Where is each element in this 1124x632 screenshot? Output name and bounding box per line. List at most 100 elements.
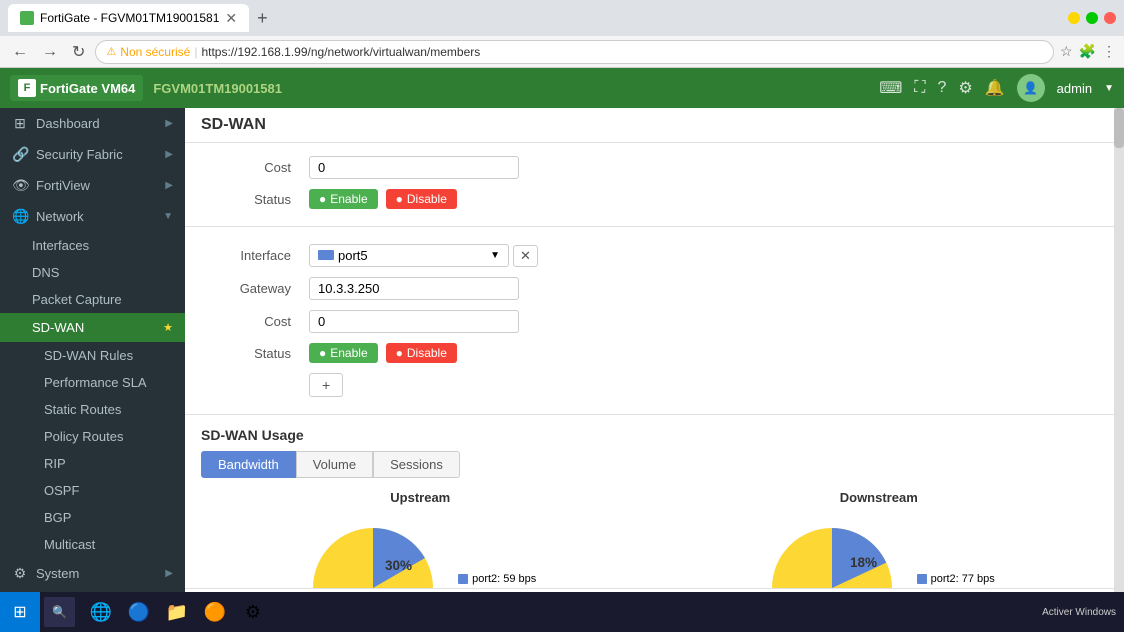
minimize-button[interactable] — [1068, 12, 1080, 24]
sidebar-item-static-routes[interactable]: Static Routes — [0, 396, 185, 423]
expand-icon[interactable]: ⛶ — [914, 79, 925, 97]
fortiview-icon: 👁 — [12, 177, 28, 194]
add-row: + — [201, 368, 1098, 402]
sidebar-item-fortiview[interactable]: 👁 FortiView ▶ — [0, 170, 185, 201]
sidebar-item-multicast[interactable]: Multicast — [0, 531, 185, 558]
tabs-bar: Bandwidth Volume Sessions — [201, 451, 1098, 478]
taskbar-app-browser[interactable]: 🔵 — [121, 592, 157, 632]
sidebar-item-packet-capture[interactable]: Packet Capture — [0, 286, 185, 313]
disable-button-1[interactable]: ● Disable — [386, 189, 457, 209]
page-breadcrumb: SD-WAN — [185, 108, 1114, 143]
forward-button[interactable]: → — [38, 41, 62, 63]
fortigate-toolbar: F FortiGate VM64 FGVM01TM19001581 ⌨ ⛶ ? … — [0, 68, 1124, 108]
admin-label: admin — [1057, 81, 1092, 96]
taskbar-app-ie[interactable]: 🌐 — [83, 592, 119, 632]
usage-title: SD-WAN Usage — [201, 427, 1098, 443]
sidebar-item-sdwan-rules[interactable]: SD-WAN Rules — [0, 342, 185, 369]
tab-favicon — [20, 11, 34, 25]
alert-icon[interactable]: 🔔 — [985, 78, 1005, 98]
help-icon[interactable]: ? — [938, 79, 947, 97]
disable-label-2: Disable — [407, 346, 447, 360]
taskbar-search[interactable]: 🔍 — [44, 597, 75, 627]
enable-button-2[interactable]: ● Enable — [309, 343, 378, 363]
extensions-icon[interactable]: 🧩 — [1079, 43, 1096, 60]
interface-row: Interface port5 ▼ ✕ — [201, 239, 1098, 272]
settings-taskbar-icon: ⚙ — [245, 602, 261, 623]
sidebar-label-fortiview: FortiView — [36, 178, 90, 193]
tab-volume[interactable]: Volume — [296, 451, 373, 478]
terminal-icon[interactable]: ⌨ — [879, 78, 902, 98]
interface-select-container: port5 ▼ ✕ — [309, 244, 538, 267]
upstream-port2-label: port2: 59 bps — [472, 573, 536, 585]
system-icon: ⚙ — [12, 565, 28, 582]
scrollbar-track[interactable] — [1114, 108, 1124, 632]
scrollbar-thumb[interactable] — [1114, 108, 1124, 148]
taskbar-app-files[interactable]: 📁 — [159, 592, 195, 632]
tab-title: FortiGate - FGVM01TM19001581 — [40, 11, 219, 25]
sidebar-item-security-fabric[interactable]: 🔗 Security Fabric ▶ — [0, 139, 185, 170]
downstream-port2-label: port2: 77 bps — [931, 573, 995, 585]
tab-bandwidth[interactable]: Bandwidth — [201, 451, 296, 478]
tab-sessions[interactable]: Sessions — [373, 451, 460, 478]
taskbar-app-settings[interactable]: ⚙ — [235, 592, 271, 632]
sidebar-item-dashboard[interactable]: ⊞ Dashboard ▶ — [0, 108, 185, 139]
interface-label: Interface — [201, 248, 301, 263]
upstream-title: Upstream — [201, 490, 640, 505]
admin-dropdown-icon[interactable]: ▼ — [1104, 83, 1114, 94]
security-warning: ⚠ — [106, 45, 116, 58]
content-inner: SD-WAN Cost Status ● Enable ● — [185, 108, 1114, 632]
gateway-input[interactable] — [309, 277, 519, 300]
interface-select[interactable]: port5 ▼ — [309, 244, 509, 267]
sidebar-item-bgp[interactable]: BGP — [0, 504, 185, 531]
cost-row-2: Cost — [201, 305, 1098, 338]
chrome-icon: 🟠 — [204, 602, 226, 623]
taskbar-app-chrome[interactable]: 🟠 — [197, 592, 233, 632]
browser-tab[interactable]: FortiGate - FGVM01TM19001581 ✕ — [8, 4, 249, 32]
enable-button-1[interactable]: ● Enable — [309, 189, 378, 209]
sidebar-item-system[interactable]: ⚙ System ▶ — [0, 558, 185, 589]
menu-icon[interactable]: ⋮ — [1102, 43, 1116, 60]
port-icon — [318, 248, 334, 263]
sidebar-item-sdwan[interactable]: SD-WAN ★ — [0, 313, 185, 342]
back-button[interactable]: ← — [8, 41, 32, 63]
start-button[interactable]: ⊞ — [0, 592, 40, 632]
sidebar-item-rip[interactable]: RIP — [0, 450, 185, 477]
tab-close-button[interactable]: ✕ — [225, 10, 237, 27]
cost-input-1[interactable] — [309, 156, 519, 179]
cost-label-2: Cost — [201, 314, 301, 329]
logo-letter: F — [24, 82, 31, 94]
reload-button[interactable]: ↻ — [68, 40, 89, 64]
sdwan-star-icon: ★ — [163, 321, 173, 334]
form-section-2: Interface port5 ▼ ✕ Gateway — [185, 231, 1114, 410]
disable-button-2[interactable]: ● Disable — [386, 343, 457, 363]
maximize-button[interactable] — [1086, 12, 1098, 24]
section-divider-2 — [185, 414, 1114, 415]
sidebar-label-sdwan: SD-WAN — [32, 320, 84, 335]
cost-row-1: Cost — [201, 151, 1098, 184]
enable-label-2: Enable — [330, 346, 367, 360]
settings-icon[interactable]: ⚙ — [958, 78, 972, 98]
address-input[interactable]: ⚠ Non sécurisé | https://192.168.1.99/ng… — [95, 40, 1054, 64]
cost-input-2[interactable] — [309, 310, 519, 333]
sidebar-item-ospf[interactable]: OSPF — [0, 477, 185, 504]
new-tab-button[interactable]: + — [257, 8, 268, 29]
sidebar-item-performance-sla[interactable]: Performance SLA — [0, 369, 185, 396]
form-section-1: Cost Status ● Enable ● Disable — [185, 143, 1114, 222]
close-button[interactable] — [1104, 12, 1116, 24]
sidebar-item-dns[interactable]: DNS — [0, 259, 185, 286]
cost-label-1: Cost — [201, 160, 301, 175]
sidebar-item-network[interactable]: 🌐 Network ▼ — [0, 201, 185, 232]
sidebar-item-interfaces[interactable]: Interfaces — [0, 232, 185, 259]
remove-interface-button[interactable]: ✕ — [513, 245, 538, 267]
gateway-label: Gateway — [201, 281, 301, 296]
toolbar-right: ⌨ ⛶ ? ⚙ 🔔 👤 admin ▼ — [879, 74, 1114, 102]
add-interface-button[interactable]: + — [309, 373, 343, 397]
bookmark-icon[interactable]: ☆ — [1060, 43, 1073, 60]
browser-chrome: FortiGate - FGVM01TM19001581 ✕ + — [0, 0, 1124, 36]
sidebar-label-dashboard: Dashboard — [36, 116, 100, 131]
status-row-1: Status ● Enable ● Disable — [201, 184, 1098, 214]
sidebar-item-policy-routes[interactable]: Policy Routes — [0, 423, 185, 450]
svg-text:18%: 18% — [850, 555, 877, 570]
upstream-port2-dot — [458, 574, 468, 584]
disable-circle-1: ● — [396, 192, 403, 206]
